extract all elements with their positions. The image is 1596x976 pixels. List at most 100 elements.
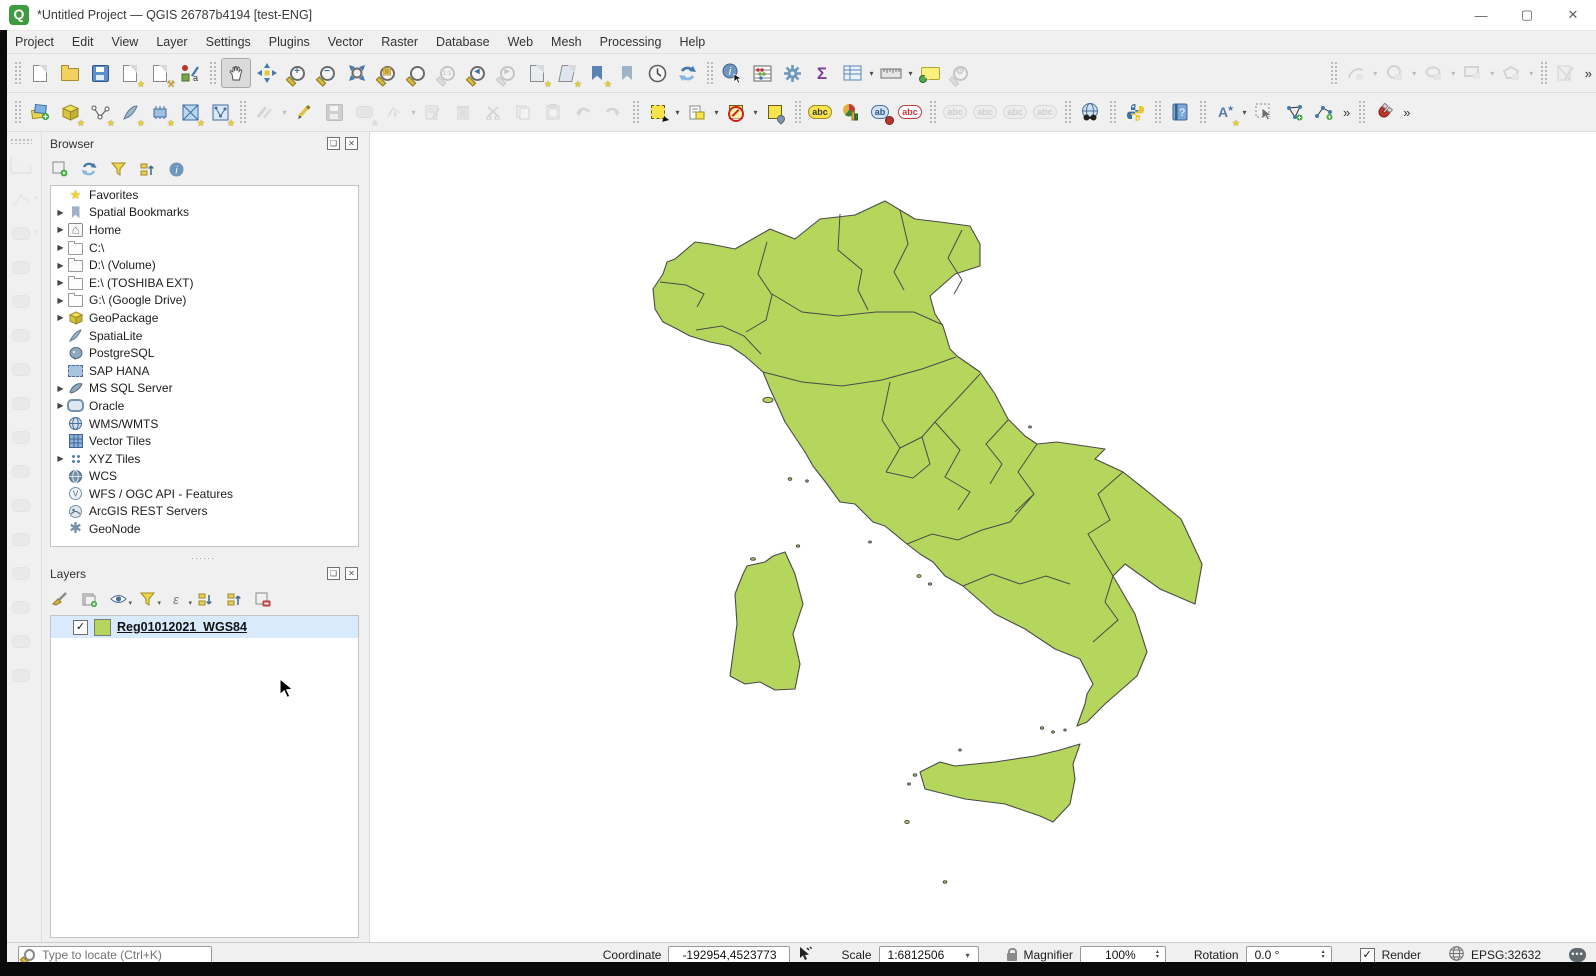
- annotation-toolbar-overflow[interactable]: »: [1339, 105, 1354, 120]
- zoom-to-selection-button[interactable]: ▣: [373, 59, 401, 87]
- browser-item-ms-sql-server[interactable]: ▶MS SQL Server: [51, 380, 358, 398]
- expand-arrow-icon[interactable]: ▶: [54, 454, 67, 463]
- browser-item-d-drive[interactable]: ▶D:\ (Volume): [51, 256, 358, 274]
- locator-input[interactable]: [40, 947, 206, 963]
- zoom-native-resolution-button[interactable]: 1:1: [433, 59, 461, 87]
- toolbar-handle[interactable]: [794, 100, 801, 124]
- menu-edit[interactable]: Edit: [63, 33, 103, 51]
- crs-value[interactable]: EPSG:32632: [1471, 948, 1541, 962]
- layer-diagram-button[interactable]: [836, 98, 864, 126]
- add-ring-button[interactable]: [6, 320, 36, 350]
- new-spatial-bookmark-button[interactable]: ★: [583, 59, 611, 87]
- expand-arrow-icon[interactable]: ▶: [54, 401, 67, 410]
- delete-ring-button[interactable]: [6, 422, 36, 452]
- browser-item-oracle[interactable]: ▶Oracle: [51, 397, 358, 415]
- trace-button[interactable]: ▾: [6, 184, 36, 214]
- browser-item-geopackage[interactable]: ▶GeoPackage: [51, 309, 358, 327]
- split-parts-button[interactable]: [6, 592, 36, 622]
- menu-help[interactable]: Help: [670, 33, 714, 51]
- polygon-annotation-button[interactable]: [1280, 98, 1308, 126]
- expand-arrow-icon[interactable]: ▶: [54, 243, 67, 252]
- browser-item-c-drive[interactable]: ▶C:\: [51, 239, 358, 257]
- browser-item-spatial-bookmarks[interactable]: ▶Spatial Bookmarks: [51, 204, 358, 222]
- layer-visibility-checkbox[interactable]: ✓: [73, 620, 88, 635]
- pin-labels-button[interactable]: ab: [866, 98, 894, 126]
- show-statistics-button[interactable]: Σ: [808, 59, 836, 87]
- digitize-polygon-button[interactable]: [1498, 59, 1526, 87]
- zoom-next-button[interactable]: ▸: [493, 59, 521, 87]
- zoom-out-button[interactable]: −: [313, 59, 341, 87]
- new-spatialite-layer-button[interactable]: ★: [116, 98, 144, 126]
- attribute-table-dropdown[interactable]: ▾: [867, 69, 876, 78]
- identify-features-button[interactable]: i: [718, 59, 746, 87]
- pan-to-selection-button[interactable]: [253, 59, 281, 87]
- toolbar-handle[interactable]: [1154, 100, 1161, 124]
- map-canvas[interactable]: [370, 132, 1596, 942]
- expand-arrow-icon[interactable]: ▶: [54, 225, 67, 234]
- toolbar-handle[interactable]: [14, 100, 21, 124]
- new-project-button[interactable]: [26, 59, 54, 87]
- add-part-button[interactable]: [6, 354, 36, 384]
- toolbar-handle[interactable]: [209, 61, 216, 85]
- scale-input[interactable]: [886, 947, 964, 963]
- filter-browser-button[interactable]: [108, 159, 128, 179]
- menu-database[interactable]: Database: [427, 33, 499, 51]
- toolbar-handle[interactable]: [929, 100, 936, 124]
- refresh-map-button[interactable]: [673, 59, 701, 87]
- delete-part-button[interactable]: [6, 456, 36, 486]
- move-feature-button[interactable]: ▾: [6, 218, 36, 248]
- layer-labeling-button[interactable]: abc: [806, 98, 834, 126]
- change-label-button[interactable]: abc: [1031, 98, 1059, 126]
- open-layer-styling-button[interactable]: [50, 589, 70, 609]
- float-panel-button[interactable]: ❏: [327, 137, 340, 150]
- open-attribute-table-button[interactable]: [838, 59, 866, 87]
- snapping-toolbar-overflow[interactable]: »: [1399, 105, 1414, 120]
- snapping-button[interactable]: [1370, 98, 1398, 126]
- select-features-button[interactable]: [644, 98, 672, 126]
- browser-item-wms-wmts[interactable]: WMS/WMTS: [51, 415, 358, 433]
- render-checkbox[interactable]: ✓: [1360, 948, 1375, 963]
- zoom-last-button[interactable]: ◂: [463, 59, 491, 87]
- browser-item-postgresql[interactable]: PostgreSQL: [51, 344, 358, 362]
- metasearch-button[interactable]: [1076, 98, 1104, 126]
- rotate-feature-button[interactable]: [6, 252, 36, 282]
- highlight-pinned-labels-button[interactable]: abc: [896, 98, 924, 126]
- new-3d-map-view-button[interactable]: ★: [553, 59, 581, 87]
- collapse-all-button[interactable]: [224, 589, 244, 609]
- digitize-ellipse-dropdown[interactable]: ▾: [1449, 69, 1458, 78]
- digitize-polygon-dropdown[interactable]: ▾: [1527, 69, 1536, 78]
- select-by-location-button[interactable]: [761, 98, 789, 126]
- menu-plugins[interactable]: Plugins: [260, 33, 319, 51]
- digitize-circle-dropdown[interactable]: ▾: [1410, 69, 1419, 78]
- manage-map-themes-button[interactable]: ▾: [108, 589, 128, 609]
- toolbar-handle[interactable]: [1199, 100, 1206, 124]
- add-group-button[interactable]: [79, 589, 99, 609]
- delete-selected-button[interactable]: [449, 98, 477, 126]
- toolbar-handle[interactable]: [1064, 100, 1071, 124]
- browser-item-spatialite[interactable]: SpatiaLite: [51, 327, 358, 345]
- text-annotation-dropdown[interactable]: ▾: [1240, 108, 1249, 117]
- expand-arrow-icon[interactable]: ▶: [54, 278, 67, 287]
- current-edits-dropdown[interactable]: ▾: [280, 108, 289, 117]
- properties-widget-button[interactable]: i: [166, 159, 186, 179]
- layer-row[interactable]: ✓ Reg01012021_WGS84: [51, 616, 358, 638]
- move-label-button[interactable]: abc: [971, 98, 999, 126]
- menu-vector[interactable]: Vector: [319, 33, 372, 51]
- show-spatial-bookmarks-button[interactable]: [613, 59, 641, 87]
- toolbar-handle[interactable]: [1358, 100, 1365, 124]
- new-map-view-button[interactable]: ★: [523, 59, 551, 87]
- line-annotation-button[interactable]: [1310, 98, 1338, 126]
- data-source-manager-button[interactable]: [26, 98, 54, 126]
- digitize-rectangle-button[interactable]: [1459, 59, 1487, 87]
- deselect-features-button[interactable]: [722, 98, 750, 126]
- cut-features-button[interactable]: [479, 98, 507, 126]
- rotate-label-button[interactable]: abc: [1001, 98, 1029, 126]
- open-project-button[interactable]: [56, 59, 84, 87]
- toolbar-handle[interactable]: [632, 100, 639, 124]
- collapse-all-button[interactable]: [137, 159, 157, 179]
- coordinate-input[interactable]: [675, 947, 783, 963]
- digitize-circle-button[interactable]: [1381, 59, 1409, 87]
- browser-item-home[interactable]: ▶⌂Home: [51, 221, 358, 239]
- add-selected-layers-button[interactable]: [50, 159, 70, 179]
- new-gpx-layer-button[interactable]: ★: [206, 98, 234, 126]
